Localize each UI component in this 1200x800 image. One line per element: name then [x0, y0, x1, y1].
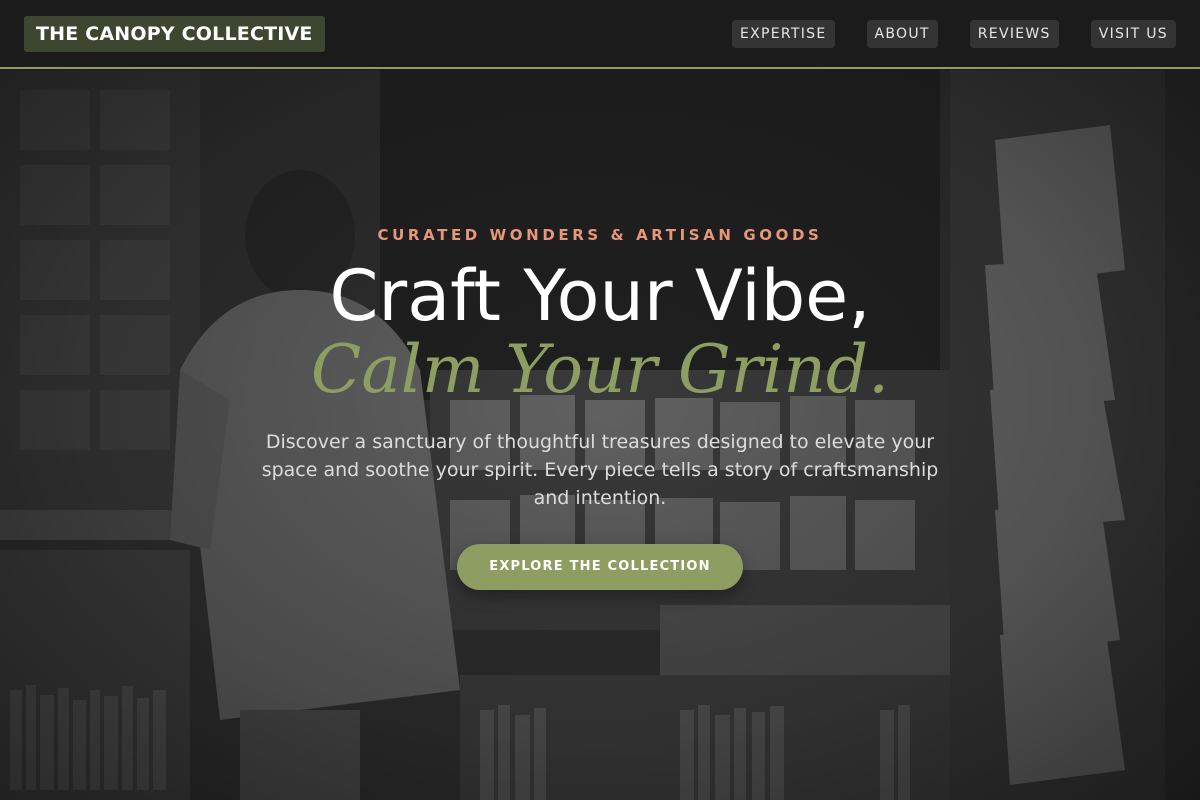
nav-item-expertise[interactable]: EXPERTISE — [731, 19, 835, 48]
hero-eyebrow: CURATED WONDERS & ARTISAN GOODS — [377, 226, 823, 244]
explore-collection-button[interactable]: EXPLORE THE COLLECTION — [457, 544, 743, 590]
site-header: THE CANOPY COLLECTIVE EXPERTISE ABOUT RE… — [0, 0, 1200, 69]
hero-headline: Craft Your Vibe, — [329, 255, 871, 337]
nav-item-reviews[interactable]: REVIEWS — [969, 19, 1059, 48]
nav-item-visit-us[interactable]: VISIT US — [1090, 19, 1176, 48]
brand-logo[interactable]: THE CANOPY COLLECTIVE — [24, 16, 325, 52]
main-nav: EXPERTISE ABOUT REVIEWS VISIT US — [731, 19, 1176, 48]
nav-item-about[interactable]: ABOUT — [866, 19, 938, 48]
hero-description: Discover a sanctuary of thoughtful treas… — [261, 431, 939, 509]
hero-headline-accent: Calm Your Grind. — [310, 331, 890, 408]
hero-content: CURATED WONDERS & ARTISAN GOODS Craft Yo… — [0, 70, 1200, 800]
